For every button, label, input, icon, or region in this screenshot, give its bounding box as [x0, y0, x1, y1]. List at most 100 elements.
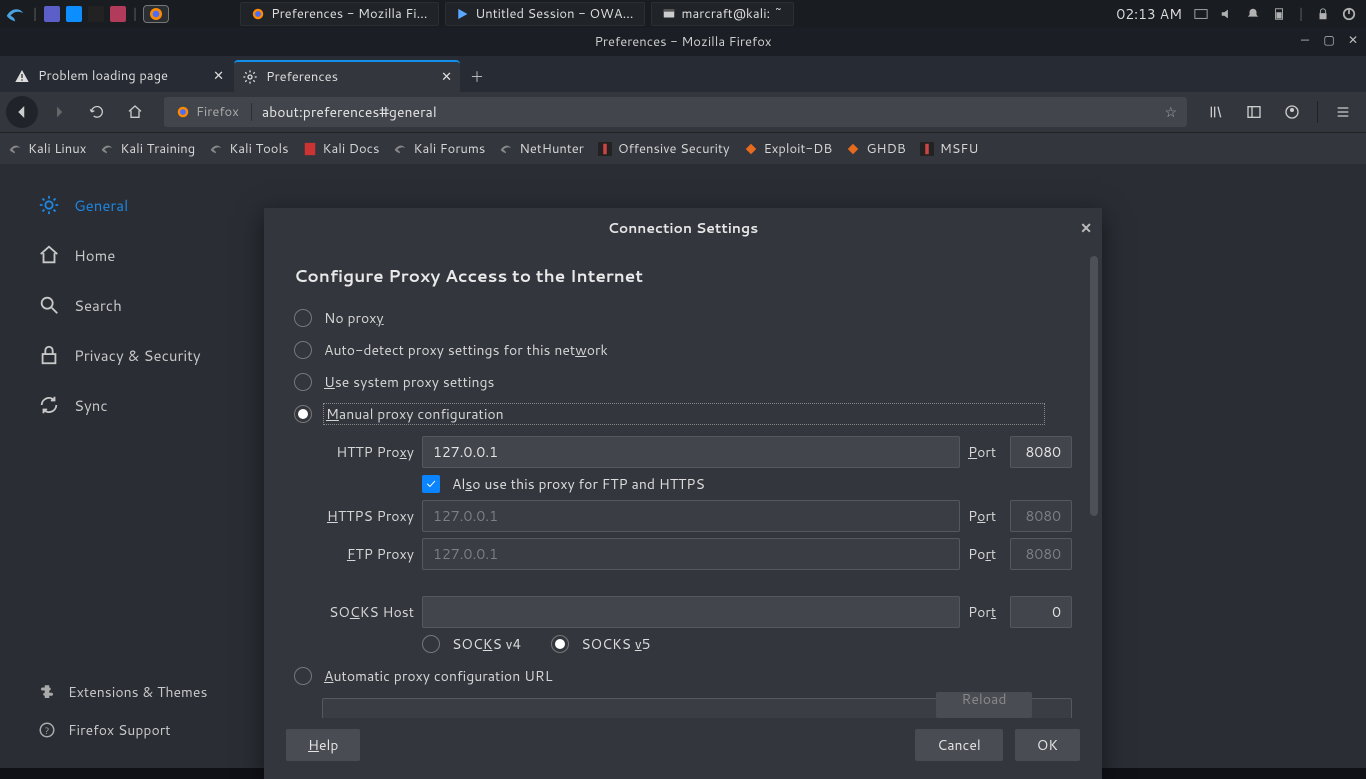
url-identity[interactable]: Firefox	[164, 103, 252, 121]
volume-icon[interactable]	[1220, 7, 1234, 21]
workspace-icon[interactable]	[1194, 7, 1208, 21]
https-proxy-port-input	[1010, 500, 1072, 532]
system-tray: 02:13 AM |	[1116, 4, 1362, 24]
radio-socks-v5[interactable]	[551, 635, 569, 653]
sidenav-item-search[interactable]: Search	[38, 294, 254, 316]
sidenav-item-general[interactable]: General	[38, 194, 254, 216]
notifications-icon[interactable]	[1246, 7, 1260, 21]
forward-button[interactable]	[42, 96, 76, 128]
reload-button[interactable]	[80, 96, 114, 128]
lock-icon	[38, 344, 60, 366]
also-use-checkbox[interactable]: ✓	[422, 475, 440, 493]
bookmark-item[interactable]: GHDB	[846, 140, 906, 158]
taskbar-item[interactable]: Untitled Session - OWA…	[445, 2, 645, 26]
radio-no-proxy[interactable]: No proxy	[294, 302, 1072, 334]
new-tab-button[interactable]: ＋	[462, 62, 492, 92]
sidenav-support[interactable]: ? Firefox Support	[38, 720, 254, 740]
nav-toolbar: Firefox ☆	[0, 92, 1366, 132]
radio-icon	[294, 309, 312, 327]
launcher-icon[interactable]	[44, 6, 60, 22]
http-proxy-port-input[interactable]	[1010, 436, 1072, 468]
tab-label: Preferences	[266, 68, 338, 86]
launcher-icon-2[interactable]	[110, 6, 126, 22]
sidebar-icon[interactable]	[1237, 96, 1271, 128]
minimize-button[interactable]: —	[1298, 32, 1312, 46]
sidenav-item-privacy[interactable]: Privacy & Security	[38, 344, 254, 366]
ok-button[interactable]: OK	[1015, 729, 1080, 761]
dialog-close-icon[interactable]: ✕	[1080, 218, 1092, 238]
url-input[interactable]	[252, 102, 1155, 122]
bookmark-item[interactable]: NetHunter	[499, 140, 584, 158]
offsec-icon	[920, 142, 934, 156]
sidenav-item-sync[interactable]: Sync	[38, 394, 254, 416]
bookmark-item[interactable]: Kali Training	[100, 140, 195, 158]
tab-close-icon[interactable]: ✕	[441, 68, 452, 86]
firefox-launcher-icon[interactable]	[144, 6, 168, 22]
sidenav-label: Search	[74, 295, 122, 316]
gear-icon	[242, 69, 258, 85]
hamburger-menu-icon[interactable]	[1326, 96, 1360, 128]
back-button[interactable]	[6, 96, 38, 128]
help-button[interactable]: Help	[286, 729, 360, 761]
bookmark-item[interactable]: Kali Tools	[209, 140, 288, 158]
home-button[interactable]	[118, 96, 152, 128]
power-icon[interactable]	[1342, 7, 1356, 21]
terminal-icon[interactable]	[88, 6, 104, 22]
bookmark-item[interactable]: Kali Docs	[303, 140, 380, 158]
sidenav-extensions[interactable]: Extensions & Themes	[38, 682, 254, 702]
url-bar[interactable]: Firefox ☆	[164, 97, 1187, 127]
also-use-label: Also use this proxy for FTP and HTTPS	[452, 474, 705, 494]
exploitdb-icon	[744, 142, 758, 156]
scrollbar-thumb[interactable]	[1090, 256, 1098, 516]
sidenav-label: Sync	[74, 395, 108, 416]
cancel-button[interactable]: Cancel	[915, 729, 1003, 761]
kali-icon	[499, 142, 513, 156]
bookmark-item[interactable]: Kali Linux	[8, 140, 86, 158]
http-proxy-host-input[interactable]	[422, 436, 960, 468]
port-label: Port	[968, 506, 1002, 526]
gear-icon	[38, 194, 60, 216]
tab-close-icon[interactable]: ✕	[213, 67, 224, 85]
clock[interactable]: 02:13 AM	[1116, 4, 1182, 24]
window-title: Preferences - Mozilla Firefox	[594, 33, 771, 51]
https-proxy-label: HTTPS Proxy	[322, 506, 414, 526]
sidenav-label: General	[74, 195, 128, 216]
library-icon[interactable]	[1199, 96, 1233, 128]
radio-icon	[294, 373, 312, 391]
dialog-title: Connection Settings	[608, 218, 758, 238]
reload-button[interactable]: Reload	[936, 692, 1032, 718]
bookmark-star-icon[interactable]: ☆	[1154, 102, 1187, 122]
bookmark-item[interactable]: Exploit-DB	[744, 140, 833, 158]
lock-icon[interactable]	[1316, 7, 1330, 21]
kali-icon	[393, 142, 407, 156]
bookmark-item[interactable]: MSFU	[920, 140, 979, 158]
radio-auto-detect[interactable]: Auto-detect proxy settings for this netw…	[294, 334, 1072, 366]
tab-strip: Problem loading page ✕ Preferences ✕ ＋	[0, 56, 1366, 92]
bookmark-item[interactable]: Kali Forums	[393, 140, 485, 158]
offsec-icon	[598, 142, 612, 156]
socks-host-input[interactable]	[422, 596, 960, 628]
sync-icon	[38, 394, 60, 416]
account-icon[interactable]	[1275, 96, 1309, 128]
radio-auto-config-url[interactable]: Automatic proxy configuration URL	[294, 660, 1072, 692]
radio-manual-proxy[interactable]: Manual proxy configuration	[294, 398, 1072, 430]
battery-icon[interactable]	[1272, 7, 1286, 21]
tab-label: Problem loading page	[38, 67, 168, 85]
files-icon[interactable]	[66, 6, 82, 22]
ftp-proxy-host-input	[422, 538, 960, 570]
bookmark-item[interactable]: Offensive Security	[598, 140, 730, 158]
radio-system-proxy[interactable]: Use system proxy settings	[294, 366, 1072, 398]
taskbar-item[interactable]: marcraft@kali: ~	[651, 2, 794, 26]
sidenav-item-home[interactable]: Home	[38, 244, 254, 266]
kali-menu-icon[interactable]	[4, 3, 26, 25]
radio-socks-v4[interactable]	[422, 635, 440, 653]
https-proxy-host-input	[422, 500, 960, 532]
connection-settings-dialog: Connection Settings ✕ Configure Proxy Ac…	[264, 208, 1102, 779]
browser-tab[interactable]: Preferences ✕	[234, 60, 460, 92]
browser-tab[interactable]: Problem loading page ✕	[6, 60, 232, 92]
socks-port-input[interactable]	[1010, 596, 1072, 628]
maximize-button[interactable]: ▢	[1322, 32, 1336, 46]
taskbar-item[interactable]: Preferences - Mozilla Fi…	[240, 2, 438, 26]
close-button[interactable]: ✕	[1346, 32, 1360, 46]
dialog-footer: Help Cancel OK	[264, 723, 1102, 779]
